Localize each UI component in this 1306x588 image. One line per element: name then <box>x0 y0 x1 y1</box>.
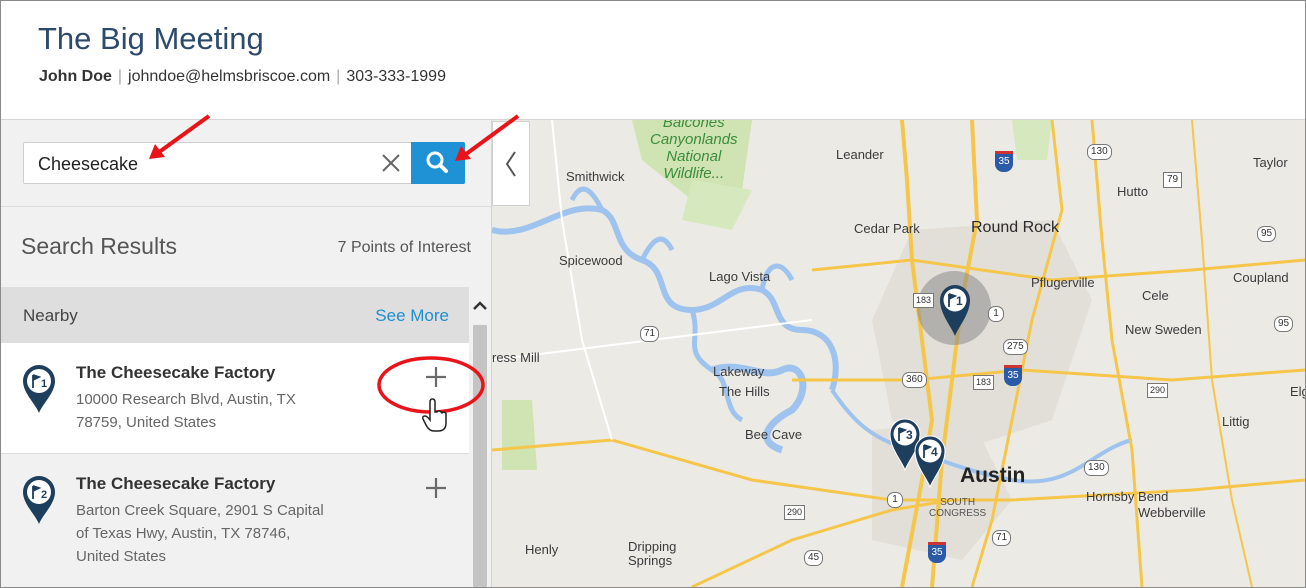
map-label: Pflugerville <box>1031 275 1095 290</box>
page-title: The Big Meeting <box>38 21 264 56</box>
search-box <box>23 142 465 185</box>
map-label: Spicewood <box>559 253 623 268</box>
pin-number: 4 <box>931 445 938 459</box>
results-title: Search Results <box>21 233 177 259</box>
map-label: Coupland <box>1233 270 1289 285</box>
app-window: The Big Meeting John Doe | johndoe@helmsbr… <box>0 0 1306 588</box>
map-label: Webberville <box>1138 505 1206 520</box>
route-shield: 290 <box>784 505 806 520</box>
address-line: Barton Creek Square, 2901 S Capital <box>76 502 324 519</box>
map-label: Round Rock <box>971 219 1060 236</box>
route-shield: 183 <box>973 375 995 390</box>
pin-number: 1 <box>956 294 963 308</box>
scroll-up-button[interactable] <box>469 295 491 317</box>
red-arrow-annotation <box>455 114 520 161</box>
route-shield: 275 <box>1003 339 1028 355</box>
meeting-header: The Big Meeting John Doe | johndoe@helmsbr… <box>1 1 1305 120</box>
nearby-label: Nearby <box>23 306 78 325</box>
map-label: SOUTH CONGRESS <box>929 497 987 519</box>
route-shield: 130 <box>1087 144 1112 160</box>
route-shield: 45 <box>804 550 824 566</box>
address-line: 78759, United States <box>76 414 217 431</box>
chevron-up-icon <box>473 301 487 310</box>
map-label: Bee Cave <box>745 427 803 442</box>
route-shield: 71 <box>640 326 660 342</box>
results-count: 7 Points of Interest <box>337 239 471 256</box>
route-shield: 360 <box>902 372 927 388</box>
map-pin-flag-icon: 1 <box>23 365 55 413</box>
map-label: New Sweden <box>1125 322 1202 337</box>
park-label: Balcones Canyonlands National Wildlife..… <box>650 120 738 182</box>
interstate-shield: 35 <box>995 151 1013 172</box>
separator: | <box>336 68 341 85</box>
route-shield: 290 <box>1147 383 1169 398</box>
list-item[interactable]: 1 The Cheesecake Factory 10000 Research … <box>1 343 485 454</box>
close-icon <box>382 154 400 172</box>
see-more-link[interactable]: See More <box>375 306 449 326</box>
map-label: Cedar Park <box>854 221 920 236</box>
map-view[interactable]: Balcones Canyonlands National Wildlife..… <box>492 120 1305 587</box>
map-label: Taylor <box>1253 155 1288 170</box>
map-label: Lakeway <box>713 364 765 379</box>
map-label-austin: Austin <box>960 464 1026 487</box>
route-shield: 95 <box>1257 226 1277 242</box>
map-label: Lago Vista <box>709 269 771 284</box>
contact-phone: 303-333-1999 <box>346 68 446 85</box>
pin-number: 3 <box>906 428 913 442</box>
map-label: The Hills <box>719 384 770 399</box>
separator: | <box>117 68 123 85</box>
map-label: Henly <box>525 542 559 557</box>
route-shield: 130 <box>1084 460 1109 476</box>
pin-number: 2 <box>41 489 47 501</box>
map-label: Cele <box>1142 288 1169 303</box>
results-header: Search Results 7 Points of Interest <box>1 207 491 287</box>
contact-info: John Doe | johndoe@helmsbriscoe.com | 303-33… <box>39 68 446 86</box>
list-item[interactable]: 2 The Cheesecake Factory Barton Creek Sq… <box>1 454 469 587</box>
map-label: Elgin <box>1290 384 1305 399</box>
sidebar: Search Results 7 Points of Interest Near… <box>1 120 492 587</box>
pin-number: 1 <box>41 378 47 390</box>
map-pin-flag-icon: 2 <box>23 476 55 524</box>
map-label: Leander <box>836 147 884 162</box>
red-arrow-annotation <box>149 114 211 159</box>
result-name[interactable]: The Cheesecake Factory <box>76 474 275 494</box>
interstate-shield: 35 <box>928 542 946 563</box>
result-address: 10000 Research Blvd, Austin, TX 78759, U… <box>76 388 346 434</box>
map-label-park: Balcones Canyonlands National Wildlife..… <box>650 120 738 182</box>
route-shield: 95 <box>1274 316 1294 332</box>
map-label: ress Mill <box>492 350 540 365</box>
search-area <box>1 120 491 207</box>
add-button[interactable] <box>423 475 449 501</box>
address-line: of Texas Hwy, Austin, TX 78746, <box>76 525 291 542</box>
map-label: Hornsby Bend <box>1086 489 1169 504</box>
contact-email: johndoe@helmsbriscoe.com <box>128 68 331 85</box>
route-shield: 1 <box>887 492 903 508</box>
address-line: 10000 Research Blvd, Austin, TX <box>76 391 296 408</box>
result-name[interactable]: The Cheesecake Factory <box>76 363 275 383</box>
map-label: Littig <box>1222 414 1250 429</box>
route-shield: 79 <box>1163 172 1183 188</box>
map-label: Hutto <box>1117 184 1149 199</box>
map-pin-flag-icon[interactable]: 4 <box>913 433 947 489</box>
interstate-shield: 35 <box>1004 365 1022 386</box>
address-line: United States <box>76 548 167 565</box>
hand-cursor-icon <box>422 398 447 432</box>
route-shield: 183 <box>913 293 935 308</box>
route-shield: 1 <box>988 306 1004 322</box>
nearby-section-header: Nearby See More <box>1 287 469 343</box>
map-label: Dripping Springs <box>628 539 677 568</box>
clear-button[interactable] <box>379 151 403 175</box>
contact-name: John Doe <box>39 68 112 85</box>
plus-icon <box>426 478 446 498</box>
map-pin-flag-icon[interactable]: 1 <box>938 282 972 338</box>
result-address: Barton Creek Square, 2901 S Capital of T… <box>76 499 346 568</box>
map-label: Smithwick <box>566 169 625 184</box>
route-shield: 71 <box>992 530 1012 546</box>
